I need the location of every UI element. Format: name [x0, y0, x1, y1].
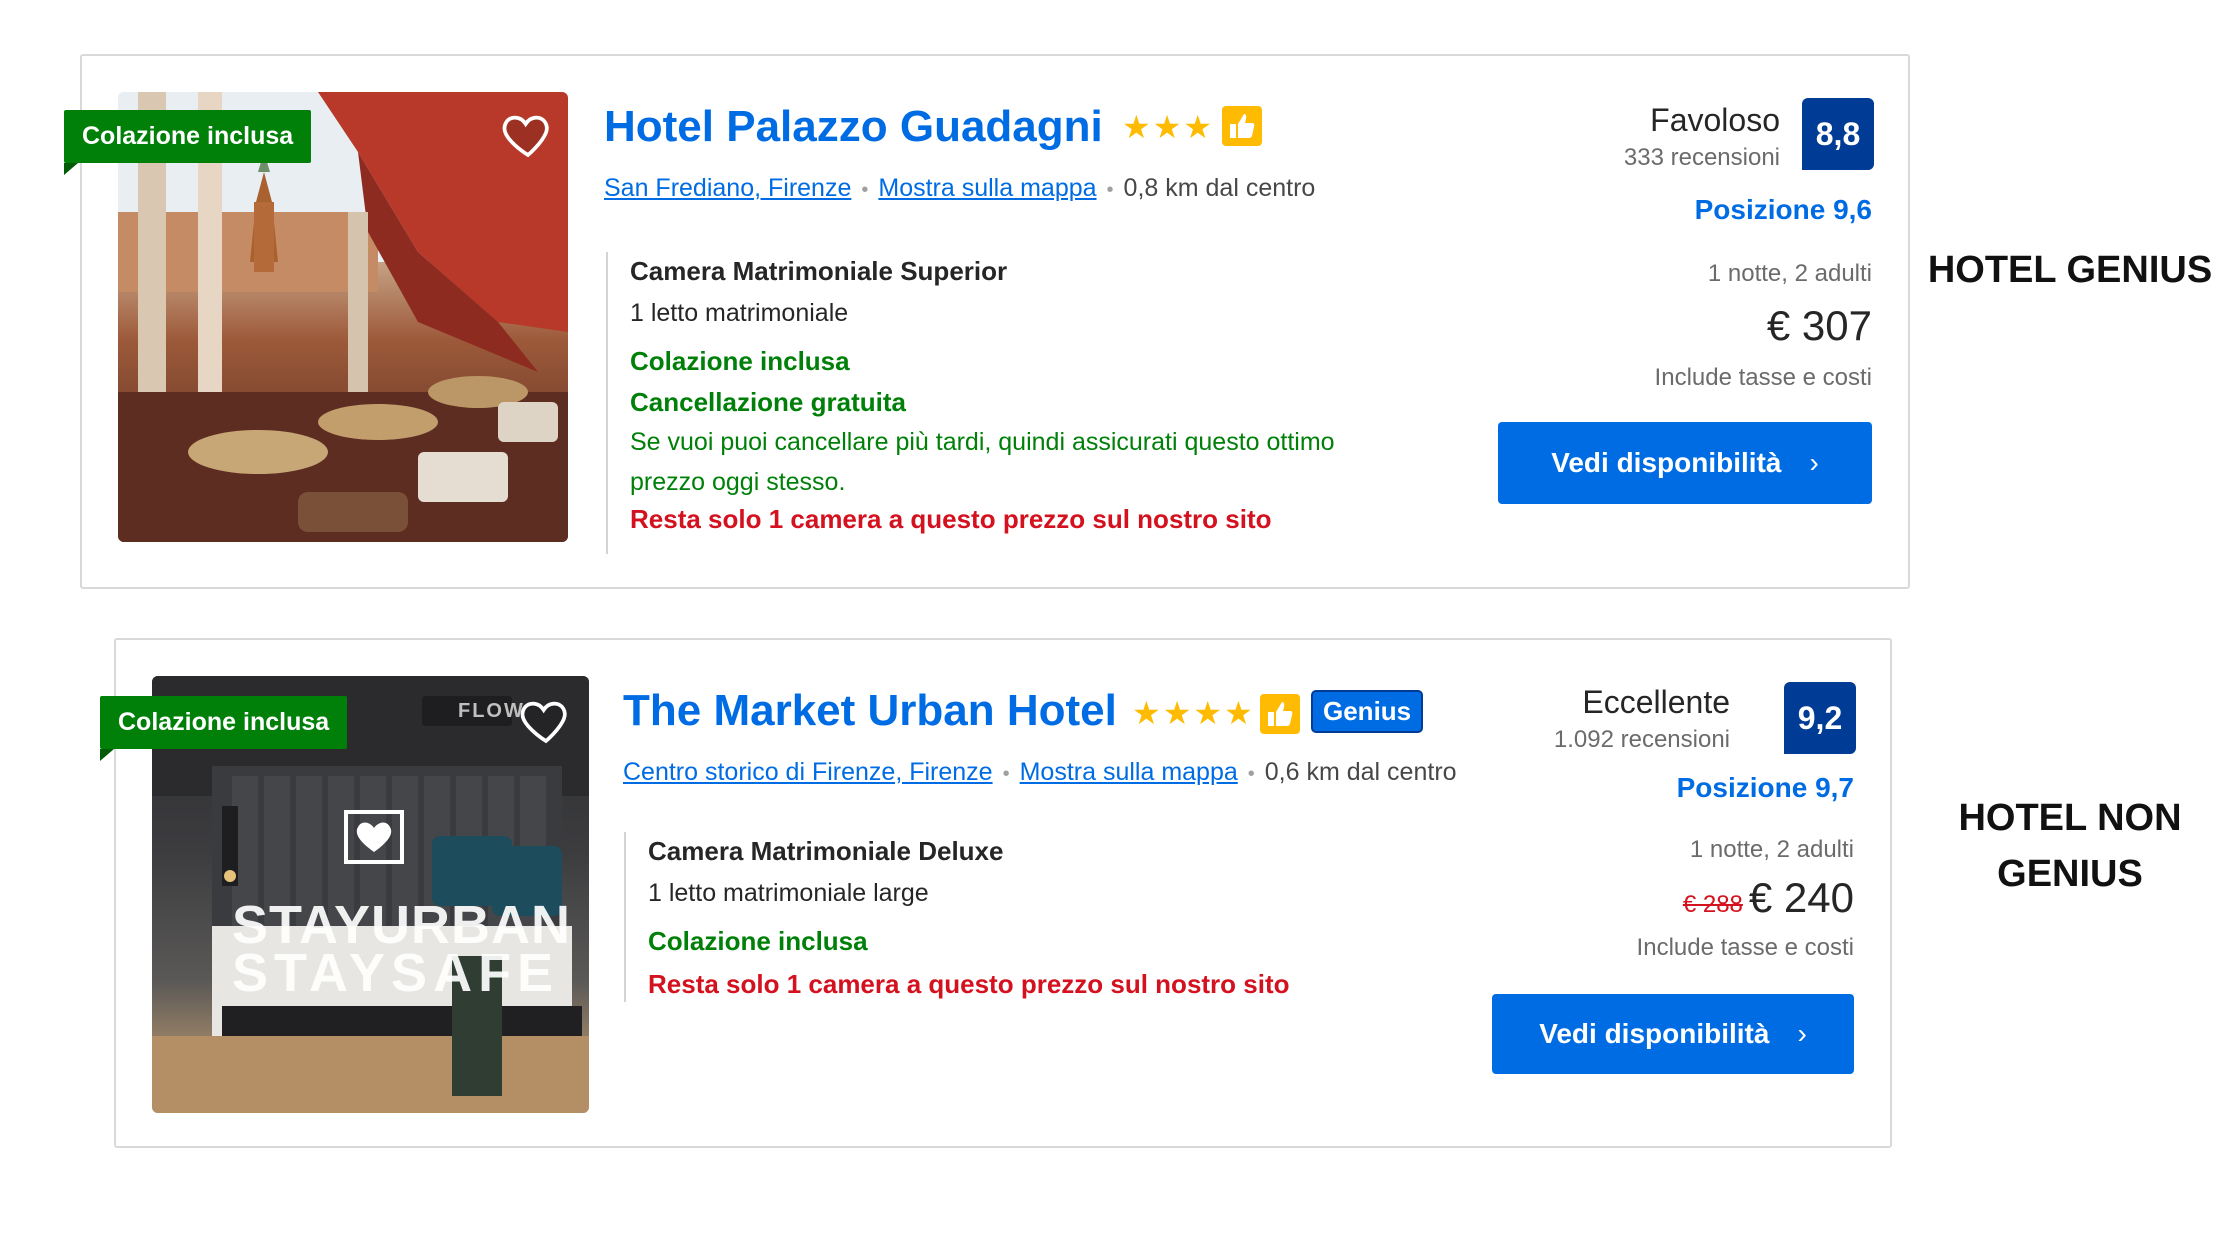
price: € 307: [1766, 302, 1872, 349]
bed-type: 1 letto matrimoniale large: [648, 879, 929, 907]
see-availability-button[interactable]: Vedi disponibilità ›: [1498, 422, 1872, 504]
chevron-right-icon: ›: [1797, 1018, 1807, 1049]
star-rating: ★★★: [1122, 109, 1215, 145]
separator-dot: •: [1106, 179, 1114, 201]
distance-from-center: 0,8 km dal centro: [1123, 174, 1316, 202]
review-count: 333 recensioni: [1623, 144, 1780, 171]
see-availability-label: Vedi disponibilità: [1551, 447, 1782, 478]
review-score-word: Favoloso: [1650, 102, 1780, 138]
cancellation-note: Se vuoi puoi cancellare più tardi, quind…: [630, 428, 1335, 496]
review-count: 1.092 recensioni: [1553, 726, 1730, 753]
room-details: Camera Matrimoniale Superior 1 letto mat…: [606, 252, 1426, 554]
hotel-non-genius-label-line1: HOTEL NON: [1958, 797, 2182, 839]
breakfast-included-badge: Colazione inclusa: [100, 696, 348, 749]
chevron-right-icon: ›: [1809, 447, 1819, 478]
review-score-badge: 8,8: [1802, 98, 1874, 170]
separator-dot: •: [1247, 763, 1255, 785]
location-line: San Frediano, Firenze • Mostra sulla mappa…: [604, 174, 1315, 203]
stay-info: 1 notte, 2 adulti: [1689, 836, 1854, 863]
hotel-non-genius-label: HOTEL NON GENIUS: [1920, 790, 2220, 902]
price: € 240: [1748, 874, 1854, 921]
show-on-map-link[interactable]: Mostra sulla mappa: [878, 174, 1096, 202]
review-score-word: Eccellente: [1582, 684, 1730, 720]
tax-info: Include tasse e costi: [1636, 934, 1854, 961]
star-rating: ★★★★: [1132, 695, 1255, 731]
see-availability-button[interactable]: Vedi disponibilità ›: [1492, 994, 1854, 1074]
stay-info: 1 notte, 2 adulti: [1707, 260, 1872, 287]
hotel-name-link[interactable]: The Market Urban Hotel: [623, 686, 1117, 736]
scarcity-warning: Resta solo 1 camera a questo prezzo sul …: [630, 504, 1272, 534]
hotel-card-market-urban[interactable]: FLOW STAYURBAN STAYSAFE Colazione inclus…: [100, 638, 1892, 1148]
photo-sign-text: FLOW: [458, 700, 525, 722]
genius-badge: Genius: [1311, 690, 1424, 733]
heart-icon[interactable]: [500, 106, 556, 162]
tax-info: Include tasse e costi: [1654, 364, 1872, 391]
room-type: Camera Matrimoniale Deluxe: [648, 836, 1004, 866]
location-score: Posizione 9,7: [1676, 772, 1854, 803]
location-score: Posizione 9,6: [1694, 194, 1872, 225]
thumbs-up-icon: [1222, 106, 1262, 146]
breakfast-included-text: Colazione inclusa: [630, 346, 850, 376]
original-price: € 288: [1682, 891, 1743, 918]
see-availability-label: Vedi disponibilità: [1539, 1018, 1770, 1049]
free-cancellation-text: Cancellazione gratuita: [630, 387, 906, 417]
location-link[interactable]: Centro storico di Firenze, Firenze: [623, 758, 993, 786]
review-score-badge: 9,2: [1784, 682, 1856, 754]
room-details: Camera Matrimoniale Deluxe 1 letto matri…: [624, 832, 1444, 1002]
location-link[interactable]: San Frediano, Firenze: [604, 174, 851, 202]
location-line: Centro storico di Firenze, Firenze • Mostr…: [623, 758, 1457, 787]
hotel-non-genius-label-line2: GENIUS: [1997, 853, 2143, 895]
photo-overlay-text-2: STAYSAFE: [232, 943, 560, 1003]
scarcity-warning: Resta solo 1 camera a questo prezzo sul …: [648, 969, 1290, 999]
breakfast-included-badge: Colazione inclusa: [64, 110, 312, 163]
separator-dot: •: [1002, 763, 1010, 785]
thumbs-up-icon: [1260, 694, 1300, 734]
hotel-genius-label: HOTEL GENIUS: [1927, 249, 2213, 291]
distance-from-center: 0,6 km dal centro: [1264, 758, 1457, 786]
breakfast-included-text: Colazione inclusa: [648, 926, 868, 956]
bed-type: 1 letto matrimoniale: [630, 299, 849, 327]
separator-dot: •: [861, 179, 869, 201]
heart-icon[interactable]: [518, 692, 574, 748]
hotel-card-palazzo-guadagni[interactable]: Colazione inclusa Hotel Palazzo Guadagni…: [64, 54, 1910, 589]
hotel-name-link[interactable]: Hotel Palazzo Guadagni: [604, 102, 1103, 152]
room-type: Camera Matrimoniale Superior: [630, 256, 1008, 286]
show-on-map-link[interactable]: Mostra sulla mappa: [1020, 758, 1238, 786]
price-block: € 288 € 240: [1683, 874, 1854, 922]
